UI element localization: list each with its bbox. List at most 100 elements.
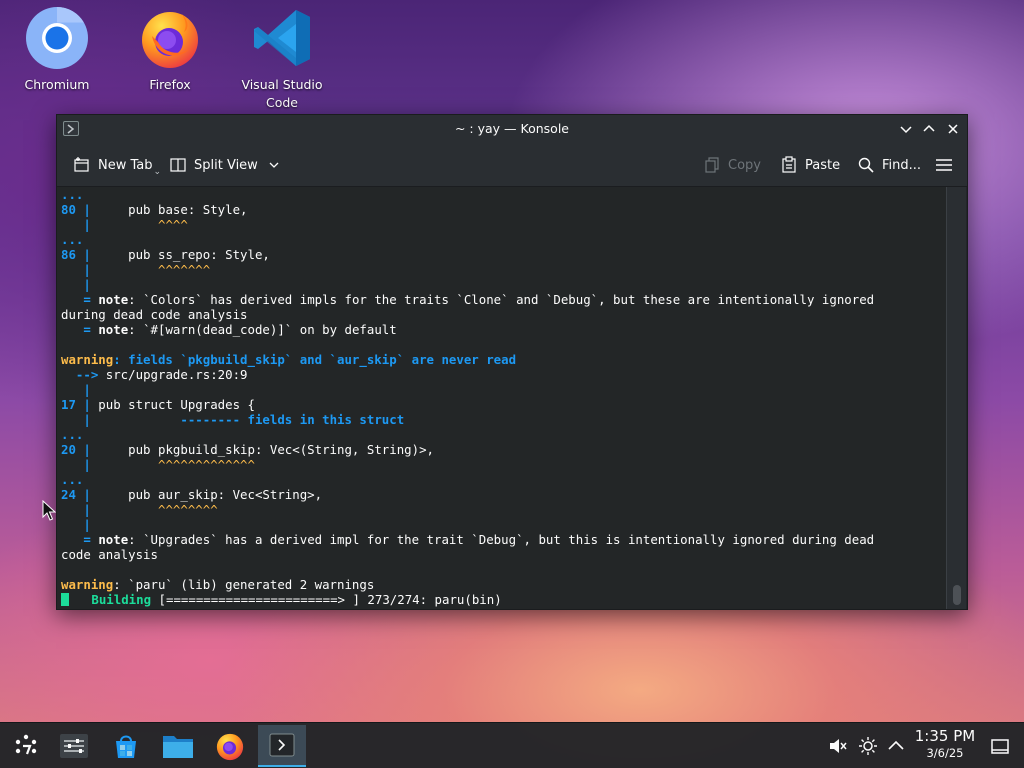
terminal-text: | [61, 502, 91, 517]
terminal-line: | [61, 277, 947, 292]
title-bar[interactable]: ~ : yay — Konsole [57, 115, 967, 143]
terminal-text: warning [61, 352, 114, 367]
terminal-line: ... [61, 187, 947, 202]
paste-button[interactable]: Paste [780, 143, 840, 187]
chromium-icon [26, 7, 88, 69]
terminal-text: --> [61, 367, 106, 382]
paste-label: Paste [805, 157, 841, 173]
show-desktop-icon[interactable] [990, 736, 1010, 756]
new-tab-button[interactable]: New Tab ⌄ [73, 143, 161, 187]
terminal-text: ^^^^ [157, 217, 188, 232]
new-tab-label: New Tab [98, 157, 153, 173]
taskbar-konsole[interactable] [258, 725, 306, 767]
terminal-line: | ^^^^ [61, 217, 947, 232]
terminal-output[interactable]: ... 80 | pub base: Style, | ^^^^... 86 | p… [57, 187, 947, 609]
minimize-button[interactable] [897, 120, 915, 138]
terminal-scrollbar[interactable] [946, 187, 966, 609]
copy-button[interactable]: Copy [703, 143, 761, 187]
terminal-line: warning: `paru` (lib) generated 2 warnin… [61, 577, 947, 592]
volume-muted-icon[interactable] [828, 736, 848, 756]
terminal-line: ... [61, 232, 947, 247]
split-view-icon [170, 158, 186, 172]
terminal-text: | [61, 277, 91, 292]
chevron-down-icon [269, 162, 279, 168]
clock-date: 3/6/25 [926, 746, 964, 760]
desktop-icon-chromium[interactable]: Chromium [7, 6, 107, 94]
terminal-text: pub aur_skip: Vec<String>, [90, 487, 323, 502]
terminal-line: 80 | pub base: Style, [61, 202, 947, 217]
terminal-text: : fields `pkgbuild_skip` and `aur_skip` … [113, 352, 517, 367]
split-view-label: Split View [194, 157, 258, 173]
terminal-text: | [61, 517, 91, 532]
terminal-text: 24 | [61, 487, 91, 502]
tray-expand-icon[interactable] [886, 736, 906, 756]
close-button[interactable] [944, 120, 962, 138]
terminal-line: --> src/upgrade.rs:20:9 [61, 367, 947, 382]
taskbar-discover[interactable] [104, 725, 148, 767]
terminal-text: note [98, 322, 129, 337]
terminal-line: warning: fields `pkgbuild_skip` and `aur… [61, 352, 947, 367]
terminal-text: ... [61, 187, 84, 202]
split-view-button[interactable]: Split View [169, 143, 280, 187]
terminal-line: 86 | pub ss_repo: Style, [61, 247, 947, 262]
window-title: ~ : yay — Konsole [454, 121, 569, 136]
digital-clock[interactable]: 1:35 PM 3/6/25 [905, 727, 985, 761]
kde-launcher-icon [15, 734, 37, 755]
find-button[interactable]: Find... [857, 143, 921, 187]
find-label: Find... [882, 157, 922, 173]
terminal-text: [=======================> ] 273/274: par… [151, 592, 502, 607]
terminal-line: = note: `Upgrades` has a derived impl fo… [61, 532, 947, 547]
chevron-up-icon [923, 124, 935, 132]
desktop-icon-label: Firefox [149, 77, 191, 92]
hamburger-menu-icon [936, 159, 952, 171]
maximize-button[interactable] [920, 120, 938, 138]
terminal-text: ... [61, 232, 84, 247]
settings-sliders-icon [60, 734, 88, 758]
store-bag-icon [116, 735, 136, 758]
terminal-text: Building [69, 592, 152, 607]
terminal-text: : `Upgrades` has a derived impl for the … [128, 532, 875, 547]
terminal-text: ^^^^^^^^ [157, 502, 218, 517]
hamburger-menu-button[interactable] [935, 143, 953, 187]
terminal-text: | [61, 382, 91, 397]
taskbar-dolphin[interactable] [156, 725, 200, 767]
taskbar: 1:35 PM 3/6/25 [0, 722, 1024, 768]
terminal-text: = [61, 532, 99, 547]
scrollbar-thumb[interactable] [953, 585, 961, 605]
desktop-icon-vscode[interactable]: Visual Studio Code [232, 6, 332, 112]
terminal-text: warning [61, 577, 114, 592]
taskbar-firefox[interactable] [208, 725, 252, 767]
terminal-text: pub ss_repo: Style, [90, 247, 270, 262]
terminal-line: during dead code analysis [61, 307, 947, 322]
taskbar-system-settings[interactable] [52, 725, 96, 767]
terminal-text: | [61, 457, 91, 472]
terminal-line: | -------- fields in this struct [61, 412, 947, 427]
terminal-text: : `paru` (lib) generated 2 warnings [113, 577, 375, 592]
terminal-line: | ^^^^^^^^^^^^^ [61, 457, 947, 472]
terminal-text: pub pkgbuild_skip: Vec<(String, String)>… [90, 442, 434, 457]
terminal-line: | ^^^^^^^^ [61, 502, 947, 517]
brightness-icon[interactable] [858, 736, 878, 756]
application-launcher-button[interactable] [4, 725, 48, 767]
terminal-text: | [61, 262, 91, 277]
desktop-icon-label: Chromium [24, 77, 90, 92]
terminal-text: ... [61, 427, 84, 442]
terminal-text: = [61, 292, 99, 307]
new-tab-menu-arrow-icon[interactable]: ⌄ [154, 167, 162, 177]
terminal-text: 80 | [61, 202, 91, 217]
vscode-icon [254, 10, 310, 66]
desktop-icon-firefox[interactable]: Firefox [120, 6, 220, 94]
search-icon [858, 157, 874, 173]
copy-label: Copy [728, 157, 761, 173]
terminal-line: | [61, 382, 947, 397]
terminal-line: | ^^^^^^^ [61, 262, 947, 277]
terminal-text: 17 | [61, 397, 91, 412]
chevron-down-icon [900, 126, 912, 134]
terminal-line: | [61, 517, 947, 532]
